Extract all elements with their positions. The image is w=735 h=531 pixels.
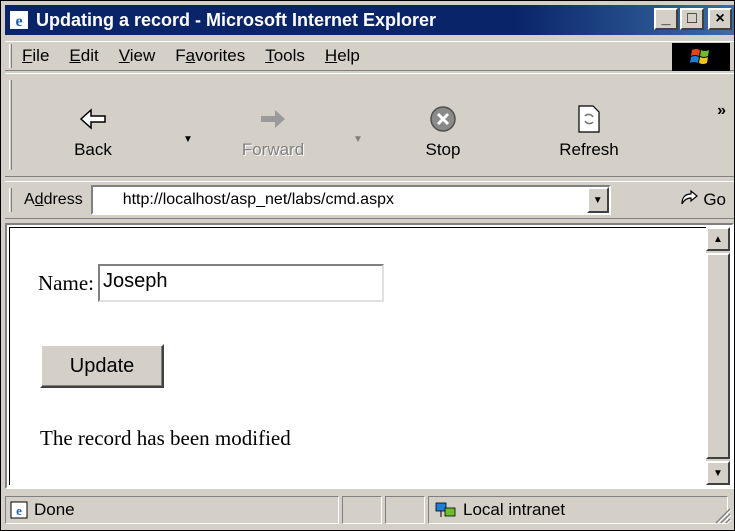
minimize-button[interactable]: _ (654, 8, 678, 30)
standard-toolbar: Back ▼ Forward ▼ Stop Refresh » (5, 73, 734, 177)
name-input[interactable]: Joseph (97, 264, 384, 302)
forward-dropdown-icon[interactable]: ▼ (353, 134, 363, 145)
stop-button[interactable]: Stop (403, 102, 483, 160)
back-button[interactable]: Back (53, 102, 133, 160)
go-label: Go (703, 190, 726, 209)
zone-label: Local intranet (463, 500, 566, 519)
close-icon: × (715, 10, 725, 27)
name-row: Name: Joseph (38, 264, 384, 302)
local-intranet-icon (435, 501, 457, 519)
toolbar-more-icon[interactable]: » (717, 102, 726, 120)
go-button[interactable]: Go (679, 189, 726, 212)
svg-text:e: e (16, 503, 22, 518)
menu-bar: File Edit View Favorites Tools Help (5, 41, 734, 71)
scroll-up-icon[interactable]: ▲ (706, 227, 730, 251)
status-pane-progress (342, 496, 382, 524)
maximize-icon: □ (687, 10, 697, 27)
title-bar: e Updating a record - Microsoft Internet… (5, 5, 734, 35)
forward-label: Forward (241, 140, 305, 159)
address-label: Address (24, 191, 83, 208)
maximize-button[interactable]: □ (680, 8, 704, 30)
refresh-icon (549, 102, 629, 136)
stop-label: Stop (425, 140, 461, 159)
page-done-icon: e (10, 501, 28, 519)
back-arrow-icon (53, 102, 133, 136)
address-bar: Address http://localhost/asp_net/labs/cm… (5, 181, 734, 219)
status-message: The record has been modified (40, 426, 291, 450)
scroll-down-icon[interactable]: ▼ (706, 461, 730, 485)
name-label: Name: (38, 270, 94, 295)
toolbar-grip[interactable] (9, 80, 12, 170)
windows-logo-icon (672, 43, 730, 71)
addressbar-grip[interactable] (9, 188, 12, 212)
refresh-label: Refresh (559, 140, 619, 159)
window-title: Updating a record - Microsoft Internet E… (36, 9, 437, 30)
menu-favorites[interactable]: Favorites (175, 46, 245, 66)
menu-tools[interactable]: Tools (265, 46, 305, 66)
status-bar: e Done Local intranet (5, 493, 734, 527)
minimize-icon: _ (661, 10, 671, 27)
menu-edit[interactable]: Edit (69, 46, 98, 66)
status-pane-main: e Done (5, 496, 339, 524)
scroll-thumb[interactable] (706, 253, 730, 459)
resize-grip-icon[interactable] (712, 505, 732, 525)
status-pane-zone: Local intranet (428, 496, 728, 524)
forward-arrow-icon (233, 102, 313, 136)
status-text: Done (34, 500, 75, 519)
page-viewport: Name: Joseph Update The record has been … (9, 227, 706, 485)
status-pane-security (385, 496, 425, 524)
go-arrow-icon (679, 189, 699, 212)
close-button[interactable]: × (708, 8, 732, 30)
menu-file[interactable]: File (22, 46, 49, 66)
forward-button[interactable]: Forward (233, 102, 313, 160)
update-button[interactable]: Update (40, 344, 164, 388)
svg-text:e: e (15, 13, 22, 30)
menu-view[interactable]: View (119, 46, 156, 66)
address-url: http://localhost/asp_net/labs/cmd.aspx (122, 191, 394, 208)
address-input[interactable]: http://localhost/asp_net/labs/cmd.aspx ▼ (90, 185, 611, 215)
menubar-grip[interactable] (9, 44, 12, 68)
stop-icon (403, 102, 483, 136)
refresh-button[interactable]: Refresh (549, 102, 629, 160)
browser-window: e Updating a record - Microsoft Internet… (0, 0, 735, 531)
address-dropdown-icon[interactable]: ▼ (586, 187, 609, 213)
ie-logo-icon: e (8, 9, 30, 31)
back-label: Back (74, 140, 112, 159)
back-dropdown-icon[interactable]: ▼ (183, 134, 193, 145)
page-content: Name: Joseph Update The record has been … (5, 223, 734, 489)
menu-help[interactable]: Help (325, 46, 360, 66)
vertical-scrollbar[interactable]: ▲ ▼ (706, 227, 730, 485)
